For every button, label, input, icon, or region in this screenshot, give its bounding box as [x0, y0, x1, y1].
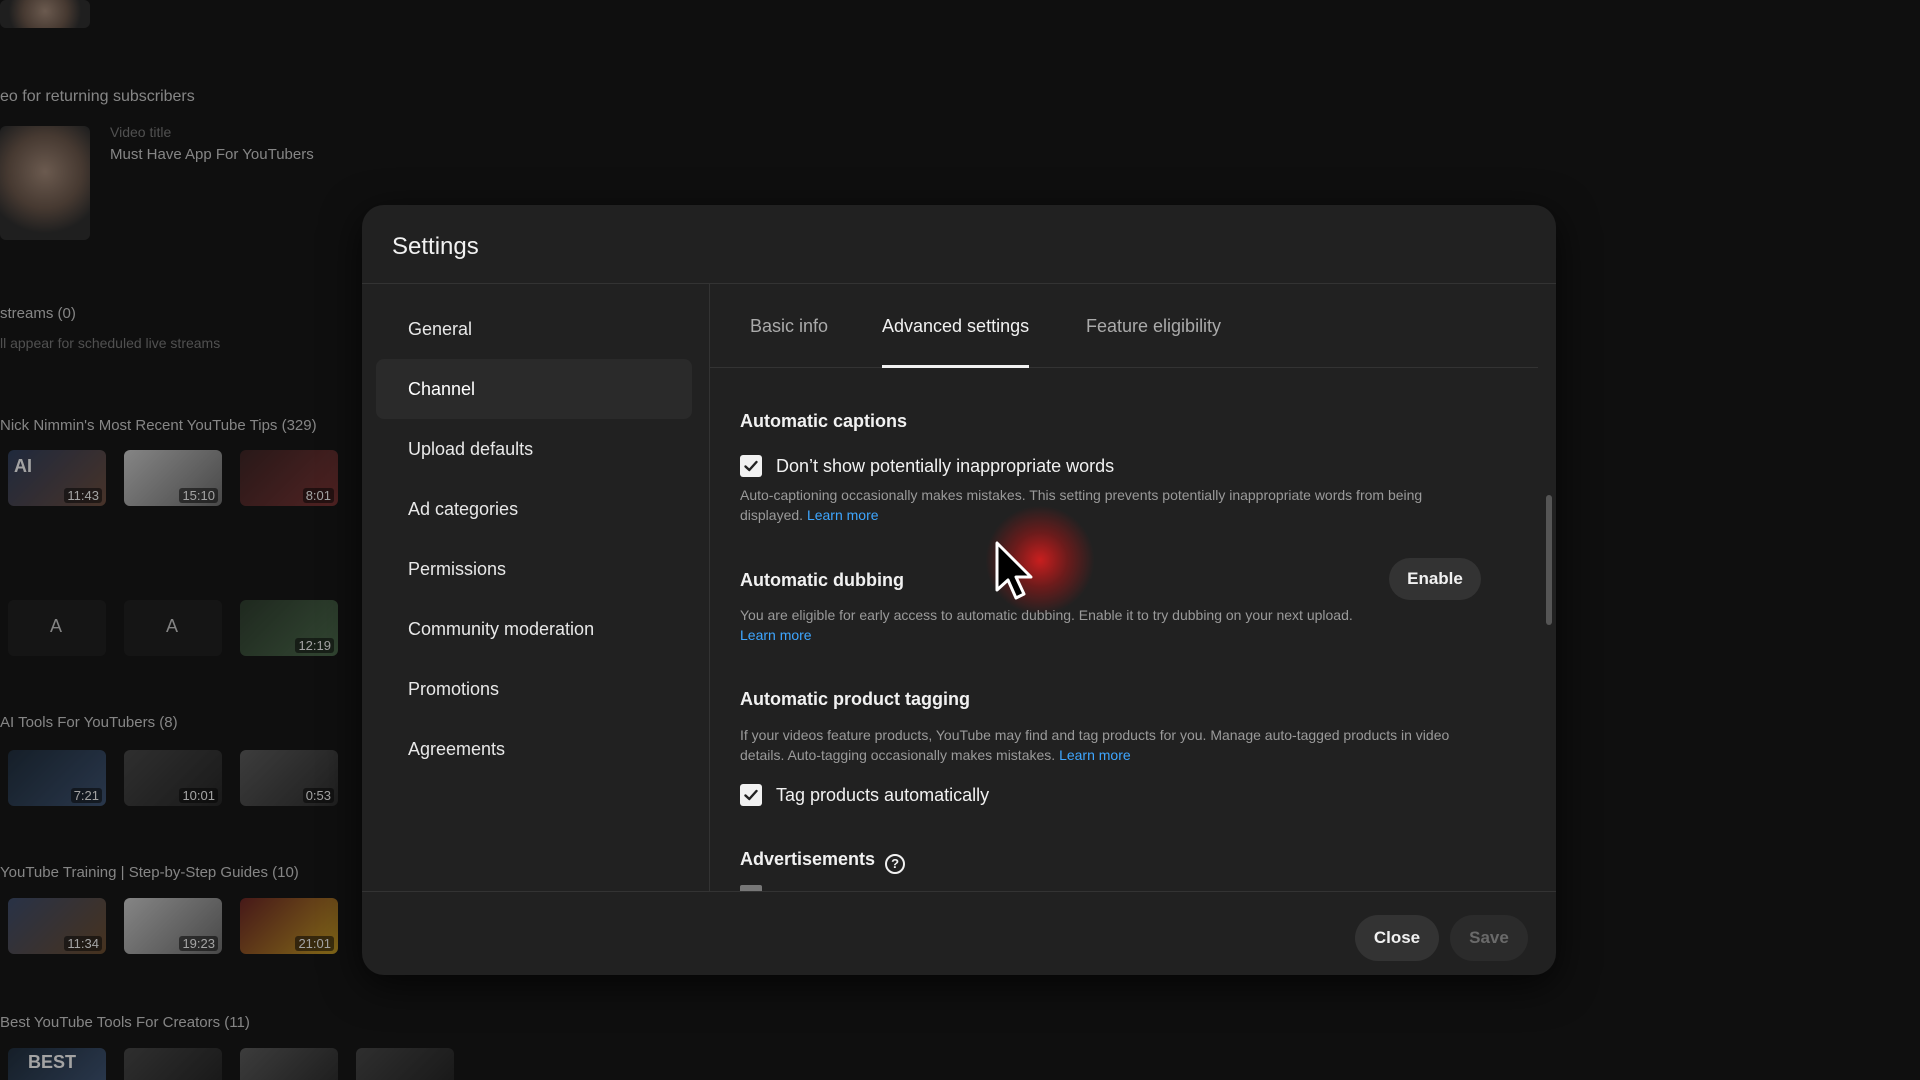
section-heading: eo for returning subscribers: [0, 88, 195, 105]
settings-dialog: Settings General Channel Upload defaults…: [362, 205, 1556, 975]
ads-section-title: Advertisements?: [740, 849, 906, 874]
close-button[interactable]: Close: [1355, 915, 1439, 961]
captions-checkbox-row: Don’t show potentially inappropriate wor…: [740, 455, 1114, 477]
video-duration: 12:19: [295, 638, 334, 653]
video-thumbnail[interactable]: [0, 0, 90, 28]
mouse-pointer-icon: [995, 541, 1033, 600]
tagging-checkbox-label: Tag products automatically: [776, 784, 990, 805]
video-thumbnail[interactable]: A: [8, 600, 106, 656]
playlist-title[interactable]: Best YouTube Tools For Creators (11): [0, 1014, 250, 1031]
thumbnail-text: AI: [14, 456, 32, 476]
sidebar-item-agreements[interactable]: Agreements: [376, 719, 692, 779]
video-title-label: Video title: [110, 124, 172, 140]
video-duration: 0:53: [302, 788, 334, 803]
sidebar-item-upload-defaults[interactable]: Upload defaults: [376, 419, 692, 479]
dialog-title: Settings: [392, 233, 479, 260]
section-subtext: ll appear for scheduled live streams: [0, 335, 221, 351]
footer-divider: [362, 891, 1556, 892]
tagging-learn-more-link[interactable]: Learn more: [1059, 747, 1131, 763]
video-thumbnail[interactable]: 15:10: [124, 450, 222, 506]
playlist-title[interactable]: Nick Nimmin's Most Recent YouTube Tips (…: [0, 417, 317, 434]
enable-dubbing-button[interactable]: Enable: [1389, 558, 1481, 600]
sidebar-item-ad-categories[interactable]: Ad categories: [376, 479, 692, 539]
video-thumbnail[interactable]: AI 11:43: [8, 450, 106, 506]
ads-title-text: Advertisements: [740, 849, 876, 869]
video-duration: 15:10: [179, 488, 218, 503]
sidebar-item-permissions[interactable]: Permissions: [376, 539, 692, 599]
captions-learn-more-link[interactable]: Learn more: [807, 507, 879, 523]
captions-section-title: Automatic captions: [740, 411, 908, 431]
dubbing-section-title: Automatic dubbing: [740, 570, 904, 590]
sidebar-divider: [709, 284, 710, 891]
video-thumbnail[interactable]: BEST: [8, 1048, 106, 1080]
captions-description: Auto-captioning occasionally makes mista…: [740, 485, 1480, 525]
video-thumbnail[interactable]: A: [124, 600, 222, 656]
section-heading: streams (0): [0, 305, 76, 322]
video-thumbnail[interactable]: 7:21: [8, 750, 106, 806]
thumbnail-text: A: [166, 616, 179, 636]
video-thumbnail[interactable]: 8:01: [240, 450, 338, 506]
captions-checkbox[interactable]: [740, 455, 762, 477]
video-duration: 8:01: [302, 488, 334, 503]
video-duration: 11:43: [64, 488, 102, 503]
video-title: Must Have App For YouTubers: [110, 146, 314, 163]
content-scrollbar[interactable]: [1546, 495, 1552, 625]
sidebar-item-promotions[interactable]: Promotions: [376, 659, 692, 719]
tab-basic-info[interactable]: Basic info: [750, 284, 828, 368]
video-thumbnail[interactable]: [356, 1048, 454, 1080]
thumbnail-text: A: [50, 616, 63, 636]
dubbing-learn-more-link[interactable]: Learn more: [740, 627, 812, 643]
video-thumbnail[interactable]: [0, 126, 90, 240]
video-duration: 10:01: [179, 788, 218, 803]
video-thumbnail[interactable]: [240, 1048, 338, 1080]
video-thumbnail[interactable]: 11:34: [8, 898, 106, 954]
settings-tabs: Basic info Advanced settings Feature eli…: [710, 284, 1538, 368]
save-button: Save: [1450, 915, 1528, 961]
sidebar-item-channel[interactable]: Channel: [376, 359, 692, 419]
tagging-checkbox[interactable]: [740, 784, 762, 806]
tagging-section-title: Automatic product tagging: [740, 689, 970, 709]
captions-checkbox-label: Don’t show potentially inappropriate wor…: [776, 455, 1115, 476]
video-duration: 19:23: [179, 936, 218, 951]
checkmark-icon: [744, 460, 758, 472]
tagging-description: If your videos feature products, YouTube…: [740, 725, 1480, 765]
video-duration: 7:21: [70, 788, 102, 803]
video-thumbnail[interactable]: [124, 1048, 222, 1080]
playlist-title[interactable]: YouTube Training | Step-by-Step Guides (…: [0, 864, 299, 881]
advanced-settings-panel: Automatic captions Don’t show potentiall…: [740, 369, 1500, 891]
video-thumbnail[interactable]: 12:19: [240, 600, 338, 656]
video-duration: 21:01: [295, 936, 334, 951]
thumbnail-text: BEST: [28, 1052, 77, 1072]
playlist-title[interactable]: AI Tools For YouTubers (8): [0, 714, 178, 731]
help-circle-icon[interactable]: ?: [885, 854, 906, 874]
video-thumbnail[interactable]: 0:53: [240, 750, 338, 806]
tab-feature-eligibility[interactable]: Feature eligibility: [1086, 284, 1221, 368]
video-thumbnail[interactable]: 19:23: [124, 898, 222, 954]
video-thumbnail[interactable]: 21:01: [240, 898, 338, 954]
video-thumbnail[interactable]: 10:01: [124, 750, 222, 806]
tab-advanced-settings[interactable]: Advanced settings: [882, 284, 1030, 368]
sidebar-item-community-moderation[interactable]: Community moderation: [376, 599, 692, 659]
settings-sidebar: General Channel Upload defaults Ad categ…: [376, 299, 692, 779]
video-duration: 11:34: [64, 936, 102, 951]
sidebar-item-general[interactable]: General: [376, 299, 692, 359]
tagging-checkbox-row: Tag products automatically: [740, 784, 989, 806]
checkmark-icon: [744, 789, 758, 801]
